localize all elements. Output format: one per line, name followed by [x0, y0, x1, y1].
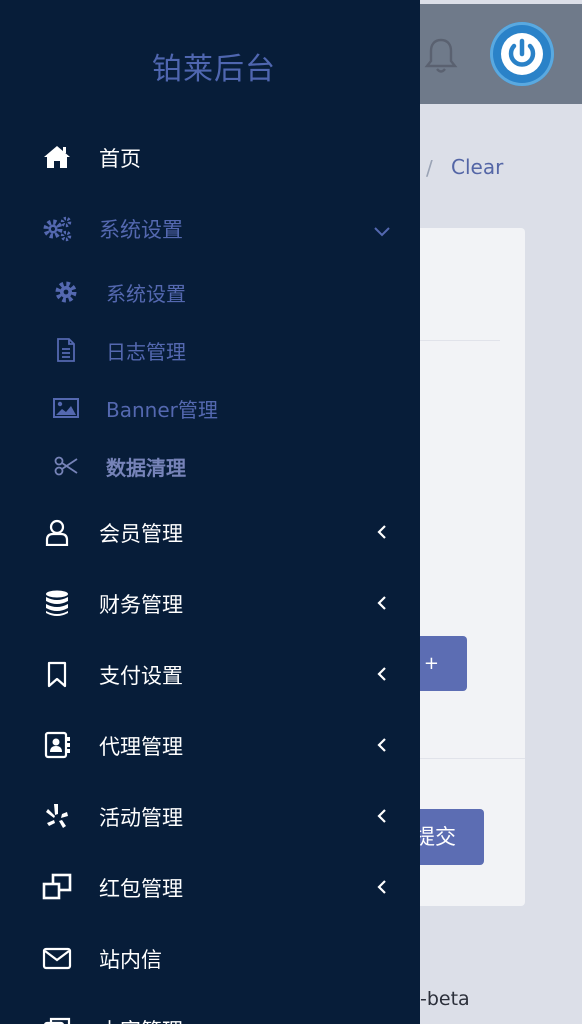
sidebar-item-label: 红包管理 — [99, 877, 183, 901]
sidebar: 铂莱后台 首页 系统设置 系统设置 日志管理 Banner管理 数据清理 会员管… — [0, 0, 420, 1024]
sidebar-item-payment-settings[interactable]: 支付设置 — [0, 650, 420, 698]
footer-version: -beta — [420, 988, 470, 1010]
sidebar-item-finance[interactable]: 财务管理 — [0, 579, 420, 627]
gear-icon — [55, 281, 77, 303]
sidebar-item-label: 代理管理 — [99, 735, 183, 759]
sidebar-subitem-data-cleanup[interactable]: 数据清理 — [0, 444, 420, 488]
bookmark-icon — [47, 661, 67, 688]
contact-book-icon — [44, 731, 70, 759]
chevron-left-icon — [377, 667, 386, 681]
user-icon — [45, 519, 69, 546]
sidebar-item-label: 首页 — [99, 147, 141, 171]
breadcrumb-current: Clear — [451, 155, 504, 179]
copy-icon — [44, 1017, 71, 1024]
sidebar-item-agents[interactable]: 代理管理 — [0, 721, 420, 769]
bell-icon[interactable] — [424, 36, 458, 76]
sidebar-subitem-label: 系统设置 — [106, 282, 186, 306]
chevron-left-icon — [377, 880, 386, 894]
power-icon — [501, 33, 543, 75]
sidebar-subitem-banner-management[interactable]: Banner管理 — [0, 386, 420, 430]
scissors-icon — [54, 456, 78, 476]
database-icon — [46, 590, 68, 616]
sidebar-item-content[interactable]: 内容管理 — [0, 1005, 420, 1024]
home-icon — [44, 146, 70, 168]
sidebar-item-label: 系统设置 — [99, 218, 183, 242]
sidebar-item-label: 财务管理 — [99, 593, 183, 617]
sidebar-item-activities[interactable]: 活动管理 — [0, 792, 420, 840]
power-button[interactable] — [490, 22, 554, 86]
clone-icon — [42, 873, 72, 900]
chevron-left-icon — [377, 809, 386, 823]
file-text-icon — [57, 338, 75, 362]
image-icon — [53, 398, 79, 418]
chevron-down-icon — [374, 227, 390, 237]
sidebar-item-label: 内容管理 — [99, 1015, 183, 1024]
sidebar-item-label: 站内信 — [99, 948, 162, 972]
chevron-left-icon — [377, 596, 386, 610]
sidebar-item-messages[interactable]: 站内信 — [0, 934, 420, 982]
sidebar-item-home[interactable]: 首页 — [0, 133, 420, 181]
sidebar-item-label: 会员管理 — [99, 522, 183, 546]
cogs-icon — [43, 216, 72, 242]
chevron-left-icon — [377, 525, 386, 539]
envelope-icon — [42, 947, 72, 970]
sidebar-subitem-label: Banner管理 — [106, 398, 218, 422]
sidebar-subitem-label: 日志管理 — [106, 340, 186, 364]
sidebar-subitem-log-management[interactable]: 日志管理 — [0, 328, 420, 372]
breadcrumb-separator: / — [426, 156, 433, 180]
brand-title: 铂莱后台 — [152, 52, 276, 87]
yelp-icon — [46, 804, 68, 828]
chevron-left-icon — [377, 738, 386, 752]
sidebar-subitem-system-settings[interactable]: 系统设置 — [0, 270, 420, 314]
sidebar-item-members[interactable]: 会员管理 — [0, 508, 420, 556]
sidebar-subitem-label: 数据清理 — [106, 456, 186, 480]
sidebar-item-system-settings[interactable]: 系统设置 — [0, 204, 420, 252]
sidebar-item-label: 支付设置 — [99, 664, 183, 688]
sidebar-item-red-packets[interactable]: 红包管理 — [0, 863, 420, 911]
sidebar-item-label: 活动管理 — [99, 806, 183, 830]
